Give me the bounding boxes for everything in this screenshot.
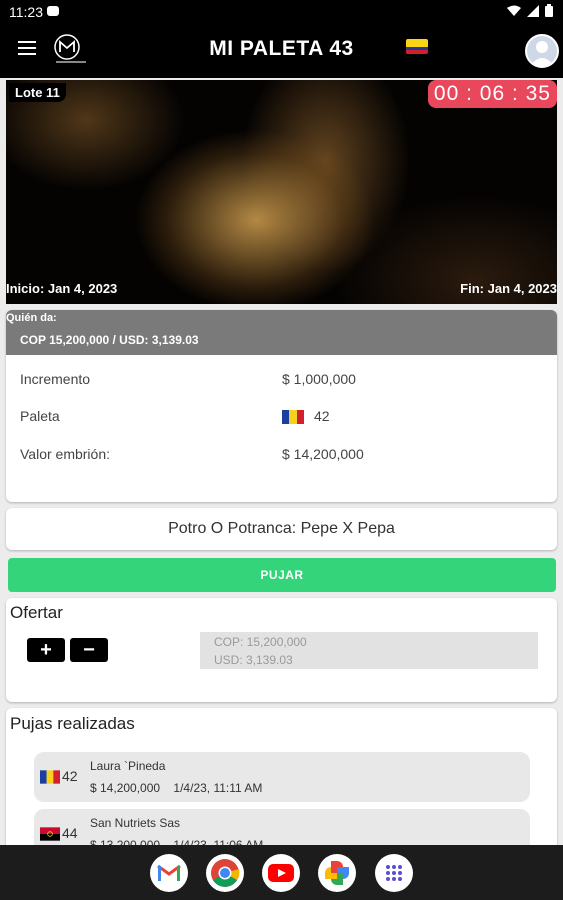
paddle-label: Paleta [20, 408, 60, 424]
colombia-flag-icon[interactable] [406, 39, 428, 54]
current-bid-value: COP 15,200,000 / USD: 3,139.03 [20, 333, 199, 347]
embryo-label: Valor embrión: [20, 446, 111, 462]
status-icons [507, 4, 553, 17]
battery-icon [545, 4, 553, 17]
video-frame [6, 80, 557, 304]
andorra-flag-icon [282, 410, 304, 425]
signal-icon [527, 4, 539, 17]
user-avatar[interactable] [525, 34, 559, 68]
bid-details: $ 14,200,000 1/4/23, 11:11 AM [90, 781, 262, 795]
start-date: Inicio: Jan 4, 2023 [6, 281, 118, 296]
increment-value: $ 1,000,000 [282, 371, 356, 387]
bidder-name: Laura `Pineda [90, 759, 166, 773]
user-icon [530, 41, 554, 66]
bid-date: 1/4/23, 11:11 AM [173, 781, 263, 795]
page-title: MI PALETA 43 [209, 37, 354, 60]
paddle-value: 42 [314, 408, 330, 424]
bid-list-item[interactable]: 42 Laura `Pineda $ 14,200,000 1/4/23, 11… [34, 752, 530, 802]
chrome-icon[interactable] [206, 854, 244, 892]
bid-paddle: 44 [62, 825, 78, 841]
increment-label: Incremento [20, 371, 91, 387]
lot-badge: Lote 11 [9, 83, 66, 102]
offer-amount-field[interactable]: COP: 15,200,000 USD: 3,139.03 [200, 632, 538, 669]
bids-title: Pujas realizadas [10, 714, 135, 733]
bid-paddle: 42 [62, 768, 78, 784]
increase-button[interactable]: + [27, 638, 65, 662]
status-time: 11:23 [9, 4, 43, 20]
status-bar: 11:23 [0, 0, 563, 24]
countdown-timer: 00 : 06 : 35 [427, 80, 557, 108]
embryo-value: $ 14,200,000 [282, 446, 364, 462]
current-bid-header: Quién da: COP 15,200,000 / USD: 3,139.03 [6, 310, 557, 355]
angola-flag-icon [40, 827, 60, 841]
decrease-button[interactable]: − [70, 638, 108, 662]
bid-button[interactable]: PUJAR [8, 558, 556, 592]
bidder-name: San Nutriets Sas [90, 816, 181, 830]
offer-usd: USD: 3,139.03 [214, 653, 293, 667]
end-date: Fin: Jan 4, 2023 [460, 281, 557, 296]
current-bid-card: Quién da: COP 15,200,000 / USD: 3,139.03… [6, 310, 557, 502]
video-dates: Inicio: Jan 4, 2023 Fin: Jan 4, 2023 [6, 280, 557, 298]
offer-card: Ofertar + − COP: 15,200,000 USD: 3,139.0… [6, 598, 557, 702]
gmail-icon[interactable] [150, 854, 188, 892]
paddle-row: 42 [282, 408, 330, 425]
bid-amount: $ 14,200,000 [90, 781, 161, 795]
offer-cop: COP: 15,200,000 [214, 635, 307, 649]
live-video[interactable]: Lote 11 00 : 06 : 35 Inicio: Jan 4, 2023… [6, 80, 557, 304]
photos-icon[interactable] [318, 854, 356, 892]
youtube-icon[interactable] [262, 854, 300, 892]
andorra-flag-icon [40, 770, 60, 784]
wifi-icon [507, 5, 521, 16]
app-drawer-icon[interactable] [375, 854, 413, 892]
app-header: MI PALETA 43 [0, 24, 563, 78]
current-bid-label: Quién da: [6, 312, 57, 324]
notification-icon [47, 6, 59, 16]
offer-title: Ofertar [10, 603, 63, 622]
app-dock [0, 845, 563, 900]
bids-card: Pujas realizadas 42 Laura `Pineda $ 14,2… [6, 708, 557, 858]
lot-name: Potro O Potranca: Pepe X Pepa [6, 508, 557, 550]
